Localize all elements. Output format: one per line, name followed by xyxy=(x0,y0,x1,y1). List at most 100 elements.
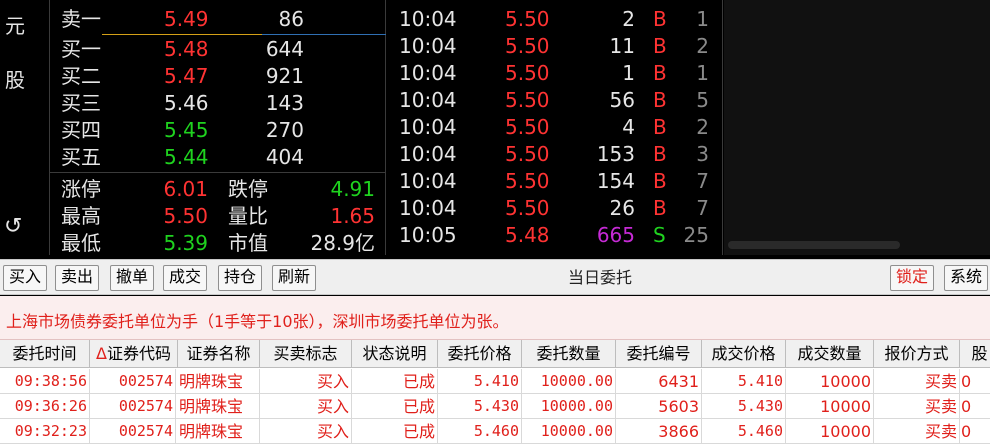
buy-button[interactable]: 买入 xyxy=(3,265,48,291)
col-quote-mode[interactable]: 报价方式 xyxy=(874,340,960,368)
positions-button[interactable]: 持仓 xyxy=(218,265,263,291)
tick-list: 10:04 5.50 2 B 1 10:04 5.50 11 B 2 10:04 5.50 1 B 1 10:… xyxy=(387,0,723,255)
deals-button[interactable]: 成交 xyxy=(163,265,208,291)
table-row[interactable]: 09:36:26 002574 明牌珠宝 买入 已成 5.430 10000.00 5603 5… xyxy=(0,394,990,419)
table-cell: 买入 xyxy=(260,369,352,394)
tick-row: 10:04 5.50 154 B 7 xyxy=(387,168,723,195)
table-row[interactable]: 09:32:23 002574 明牌珠宝 买入 已成 5.460 10000.00 3866 5… xyxy=(0,419,990,444)
tick-direction: B xyxy=(653,115,667,139)
table-cell: 明牌珠宝 xyxy=(178,394,260,419)
tick-volume: 2 xyxy=(622,7,635,31)
tick-time: 10:04 xyxy=(399,169,457,193)
table-cell: 已成 xyxy=(352,369,438,394)
order-book-label: 买三 xyxy=(61,91,101,115)
order-book-stat-row: 涨停 6.01 跌停 4.91 xyxy=(50,176,386,203)
table-cell: 5603 xyxy=(616,394,702,419)
tick-row: 10:04 5.50 1 B 1 xyxy=(387,60,723,87)
table-cell: 002574 xyxy=(90,394,176,419)
table-cell: 买卖 xyxy=(874,419,960,444)
tick-time: 10:04 xyxy=(399,88,457,112)
horizontal-scrollbar[interactable] xyxy=(728,241,900,249)
table-cell: 10000.00 xyxy=(522,419,616,444)
stat-label: 最高 xyxy=(61,204,101,228)
col-order-price[interactable]: 委托价格 xyxy=(438,340,522,368)
order-book-price: 5.44 xyxy=(164,145,209,169)
table-row[interactable]: 09:38:56 002574 明牌珠宝 买入 已成 5.410 10000.00 6431 5… xyxy=(0,369,990,394)
col-deal-price[interactable]: 成交价格 xyxy=(702,340,786,368)
tick-time: 10:05 xyxy=(399,223,457,247)
order-book-price: 5.47 xyxy=(164,64,209,88)
tick-count: 2 xyxy=(696,34,709,58)
order-book-volume: 404 xyxy=(265,145,304,169)
stat-value: 5.50 xyxy=(163,204,208,228)
order-book-label: 卖一 xyxy=(61,7,101,31)
refresh-button[interactable]: 刷新 xyxy=(272,265,317,291)
order-book-buy-row: 买二 5.47 921 xyxy=(50,63,386,90)
sell-button[interactable]: 卖出 xyxy=(55,265,100,291)
table-cell: 002574 xyxy=(90,419,176,444)
table-cell: 6431 xyxy=(616,369,702,394)
table-cell: 10000.00 xyxy=(522,394,616,419)
table-cell: 0 xyxy=(960,394,990,419)
right-panel xyxy=(724,0,990,255)
order-book-volume: 644 xyxy=(265,37,304,61)
order-book-buy-row: 买四 5.45 270 xyxy=(50,117,386,144)
tick-direction: B xyxy=(653,88,667,112)
tick-time: 10:04 xyxy=(399,142,457,166)
tick-direction: B xyxy=(653,61,667,85)
cancel-order-button[interactable]: 撤单 xyxy=(110,265,155,291)
tick-volume: 4 xyxy=(622,115,635,139)
order-book: 卖一 5.49 86 买一 5.48 644 买二 5.47 921 买三 5.46 143 买四 5.4… xyxy=(50,0,386,255)
tick-count: 3 xyxy=(696,142,709,166)
tick-price: 5.50 xyxy=(505,196,550,220)
tick-count: 5 xyxy=(696,88,709,112)
table-cell: 明牌珠宝 xyxy=(178,369,260,394)
col-security-code[interactable]: Δ证券代码 xyxy=(90,340,178,368)
tick-price: 5.50 xyxy=(505,169,550,193)
book-divider-sell xyxy=(102,34,262,35)
tick-count: 2 xyxy=(696,115,709,139)
tick-direction: B xyxy=(653,169,667,193)
tick-price: 5.50 xyxy=(505,61,550,85)
tick-time: 10:04 xyxy=(399,196,457,220)
tick-count: 7 xyxy=(696,196,709,220)
tick-direction: B xyxy=(653,196,667,220)
col-security-name[interactable]: 证券名称 xyxy=(178,340,260,368)
col-deal-qty[interactable]: 成交数量 xyxy=(786,340,874,368)
col-side[interactable]: 买卖标志 xyxy=(260,340,352,368)
order-book-label: 买一 xyxy=(61,37,101,61)
lock-button[interactable]: 锁定 xyxy=(890,265,935,291)
order-book-stat-row: 最高 5.50 量比 1.65 xyxy=(50,203,386,230)
col-shareholder[interactable]: 股 xyxy=(960,340,990,368)
table-cell: 09:32:23 xyxy=(0,419,90,444)
system-button[interactable]: 系统 xyxy=(944,265,989,291)
table-header: 委托时间 Δ证券代码 证券名称 买卖标志 状态说明 委托价格 委托数量 委托编号 成交价格 成交数… xyxy=(0,340,990,368)
order-book-buy-row: 买三 5.46 143 xyxy=(50,90,386,117)
table-cell: 0 xyxy=(960,419,990,444)
col-order-qty[interactable]: 委托数量 xyxy=(522,340,616,368)
order-book-buy-row: 买一 5.48 644 xyxy=(50,36,386,63)
tick-direction: B xyxy=(653,142,667,166)
tick-time: 10:04 xyxy=(399,115,457,139)
tick-row: 10:04 5.50 26 B 7 xyxy=(387,195,723,222)
table-cell: 10000 xyxy=(786,419,874,444)
tick-direction: B xyxy=(653,34,667,58)
table-cell: 10000 xyxy=(786,369,874,394)
order-book-buy-row: 买五 5.44 404 xyxy=(50,144,386,171)
tick-row: 10:05 5.48 665 S 25 xyxy=(387,222,723,249)
col-status[interactable]: 状态说明 xyxy=(352,340,438,368)
tick-count: 1 xyxy=(696,7,709,31)
col-order-id[interactable]: 委托编号 xyxy=(616,340,702,368)
tick-time: 10:04 xyxy=(399,34,457,58)
column-header-label: 成交数量 xyxy=(797,344,862,363)
tick-time: 10:04 xyxy=(399,61,457,85)
back-icon[interactable]: ↺ xyxy=(4,214,22,239)
quote-area: 元 股 ↺ 卖一 5.49 86 买一 5.48 644 买二 5.47 921 买三 5.46 14… xyxy=(0,0,990,255)
tick-price: 5.50 xyxy=(505,7,550,31)
column-header-label: 报价方式 xyxy=(884,344,949,363)
order-book-volume: 143 xyxy=(265,91,304,115)
sort-indicator-icon: Δ xyxy=(96,344,107,363)
tick-time: 10:04 xyxy=(399,7,457,31)
col-order-time[interactable]: 委托时间 xyxy=(0,340,90,368)
order-book-label: 买二 xyxy=(61,64,101,88)
